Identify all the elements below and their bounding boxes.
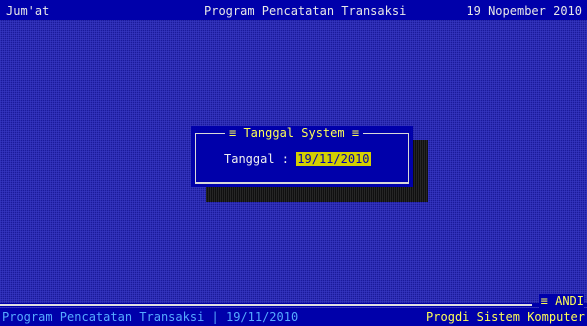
user-name: ≡ ANDI	[538, 294, 584, 308]
system-date-dialog: ≡ Tanggal System ≡ Tanggal : 19/11/2010	[191, 126, 413, 187]
date-field-label: Tanggal :	[224, 152, 290, 166]
app-title: Program Pencatatan Transaksi	[204, 4, 407, 18]
status-left-text: Program Pencatatan Transaksi | 19/11/201…	[2, 310, 299, 324]
date-input[interactable]: 19/11/2010	[296, 152, 371, 166]
dialog-title-text: ≡ Tanggal System ≡	[229, 126, 360, 140]
dialog-title: ≡ Tanggal System ≡	[225, 126, 364, 140]
bottom-status-bar: Program Pencatatan Transaksi | 19/11/201…	[0, 308, 587, 326]
top-status-bar: Jum'at Program Pencatatan Transaksi 19 N…	[0, 0, 587, 20]
status-divider	[0, 303, 587, 307]
status-right-text: Progdi Sistem Komputer	[426, 310, 585, 324]
day-name: Jum'at	[6, 4, 50, 18]
divider-rule	[0, 304, 532, 306]
desktop-background: Jum'at Program Pencatatan Transaksi 19 N…	[0, 0, 587, 326]
current-date: 19 Nopember 2010	[466, 4, 582, 18]
date-field-row: Tanggal : 19/11/2010	[224, 152, 371, 166]
